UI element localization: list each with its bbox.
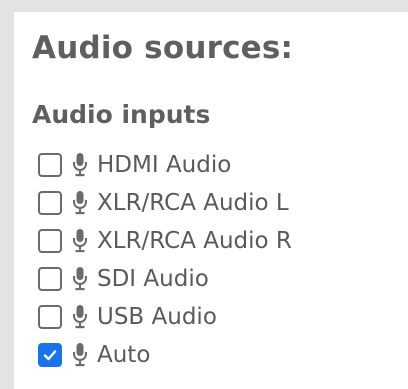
audio-input-xlr-r[interactable]: XLR/RCA Audio R	[38, 222, 292, 260]
microphone-icon	[73, 343, 87, 367]
microphone-icon	[73, 267, 87, 291]
microphone-icon	[73, 305, 87, 329]
microphone-icon	[73, 229, 87, 253]
auto-checkbox[interactable]	[38, 343, 62, 367]
audio-inputs-heading: Audio inputs	[32, 100, 211, 129]
xlr-rca-audio-l-checkbox[interactable]	[38, 191, 62, 215]
sdi-audio-checkbox[interactable]	[38, 267, 62, 291]
audio-input-label: XLR/RCA Audio R	[97, 228, 292, 254]
audio-input-usb[interactable]: USB Audio	[38, 298, 292, 336]
audio-input-list: HDMI Audio XLR/RCA Audio L XLR/RCA Audio…	[38, 146, 292, 374]
audio-input-auto[interactable]: Auto	[38, 336, 292, 374]
audio-input-xlr-l[interactable]: XLR/RCA Audio L	[38, 184, 292, 222]
audio-input-label: XLR/RCA Audio L	[97, 190, 289, 216]
usb-audio-checkbox[interactable]	[38, 305, 62, 329]
audio-sources-panel: Audio sources: Audio inputs HDMI Audio X…	[14, 12, 408, 389]
audio-input-label: Auto	[97, 342, 151, 368]
audio-input-label: SDI Audio	[97, 266, 209, 292]
audio-input-label: HDMI Audio	[97, 152, 232, 178]
xlr-rca-audio-r-checkbox[interactable]	[38, 229, 62, 253]
microphone-icon	[73, 191, 87, 215]
audio-input-hdmi[interactable]: HDMI Audio	[38, 146, 292, 184]
panel-title: Audio sources:	[32, 30, 294, 66]
audio-input-sdi[interactable]: SDI Audio	[38, 260, 292, 298]
microphone-icon	[73, 153, 87, 177]
audio-input-label: USB Audio	[97, 304, 217, 330]
hdmi-audio-checkbox[interactable]	[38, 153, 62, 177]
